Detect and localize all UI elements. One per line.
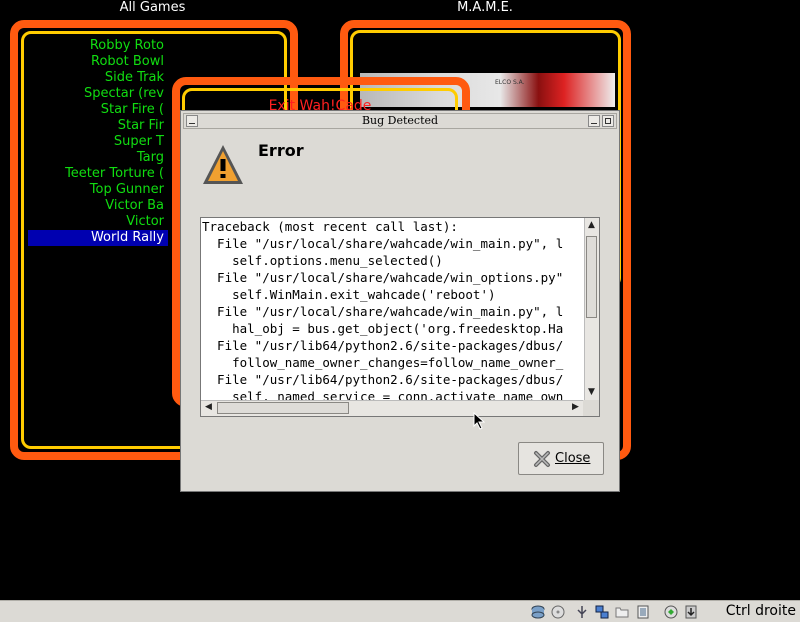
- close-button[interactable]: Close: [518, 442, 604, 475]
- traceback-line: Traceback (most recent call last):: [202, 219, 458, 234]
- dialog-titlebar[interactable]: Bug Detected: [183, 113, 617, 129]
- traceback-line: self.options.menu_selected(): [202, 253, 443, 268]
- traceback-textview[interactable]: Traceback (most recent call last): File …: [200, 217, 600, 417]
- game-list-item[interactable]: Star Fire (: [28, 102, 168, 118]
- game-list-item[interactable]: Side Trak: [28, 70, 168, 86]
- mouse-cursor-icon: [473, 412, 486, 430]
- game-list-item[interactable]: Victor: [28, 214, 168, 230]
- game-list-item[interactable]: Spectar (rev: [28, 86, 168, 102]
- traceback-line: File "/usr/lib64/python2.6/site-packages…: [202, 372, 564, 387]
- traceback-text[interactable]: Traceback (most recent call last): File …: [201, 218, 583, 400]
- close-button-label: Close: [555, 451, 591, 466]
- warning-icon: [203, 145, 243, 184]
- game-list-item[interactable]: Robot Bowl: [28, 54, 168, 70]
- usb-icon[interactable]: [575, 605, 589, 619]
- scroll-down-arrow-icon[interactable]: ▼: [585, 386, 598, 399]
- bug-detected-dialog: Bug Detected Error Traceback (most recen…: [180, 110, 620, 492]
- traceback-line: follow_name_owner_changes=follow_name_ow…: [202, 355, 564, 370]
- game-list-item-selected[interactable]: World Rally: [28, 230, 168, 246]
- game-list-item[interactable]: Top Gunner: [28, 182, 168, 198]
- game-list[interactable]: Robby Roto Robot Bowl Side Trak Spectar …: [28, 38, 168, 246]
- maximize-button[interactable]: [602, 115, 614, 127]
- optical-disc-icon[interactable]: [551, 605, 565, 619]
- traceback-line: self._named_service = conn.activate_name…: [202, 389, 564, 400]
- game-list-item[interactable]: Targ: [28, 150, 168, 166]
- status-bar: Ctrl droite: [0, 600, 800, 622]
- preview-image-text: ELCO S.A.: [495, 79, 525, 86]
- traceback-line: File "/usr/local/share/wahcade/win_main.…: [202, 304, 564, 319]
- desktop: { "panels": { "left_title": "All Games",…: [0, 0, 800, 622]
- horizontal-scrollbar[interactable]: ◀ ▶: [201, 400, 583, 416]
- vertical-scroll-thumb[interactable]: [586, 236, 597, 318]
- network-icon[interactable]: [595, 605, 609, 619]
- error-heading: Error: [258, 141, 304, 160]
- traceback-line: File "/usr/local/share/wahcade/win_optio…: [202, 270, 564, 285]
- mame-title: M.A.M.E.: [457, 0, 513, 15]
- minimize-button[interactable]: [588, 115, 600, 127]
- scroll-right-arrow-icon[interactable]: ▶: [569, 401, 582, 414]
- traceback-line: self.WinMain.exit_wahcade('reboot'): [202, 287, 496, 302]
- traceback-line: File "/usr/local/share/wahcade/win_main.…: [202, 236, 564, 251]
- game-list-item[interactable]: Robby Roto: [28, 38, 168, 54]
- shared-folder-icon[interactable]: [615, 605, 629, 619]
- vertical-scrollbar[interactable]: ▲ ▼: [584, 218, 599, 400]
- scroll-corner: [583, 400, 599, 416]
- dialog-title: Bug Detected: [361, 114, 439, 127]
- keyboard-capture-icon: [690, 608, 700, 616]
- game-list-item[interactable]: Star Fir: [28, 118, 168, 134]
- virtualization-icon[interactable]: [664, 605, 678, 619]
- close-x-icon: [534, 451, 550, 467]
- game-list-item[interactable]: Victor Ba: [28, 198, 168, 214]
- scroll-up-arrow-icon[interactable]: ▲: [585, 219, 598, 232]
- hard-disk-icon[interactable]: [531, 605, 545, 619]
- traceback-line: File "/usr/lib64/python2.6/site-packages…: [202, 338, 564, 353]
- game-list-item[interactable]: Super T: [28, 134, 168, 150]
- traceback-line: hal_obj = bus.get_object('org.freedeskto…: [202, 321, 564, 336]
- game-list-item[interactable]: Teeter Torture (: [28, 166, 168, 182]
- scroll-left-arrow-icon[interactable]: ◀: [202, 401, 215, 414]
- all-games-title: All Games: [119, 0, 186, 15]
- display-icon[interactable]: [636, 605, 650, 619]
- host-key-label[interactable]: Ctrl droite: [726, 603, 796, 619]
- horizontal-scroll-thumb[interactable]: [217, 402, 349, 414]
